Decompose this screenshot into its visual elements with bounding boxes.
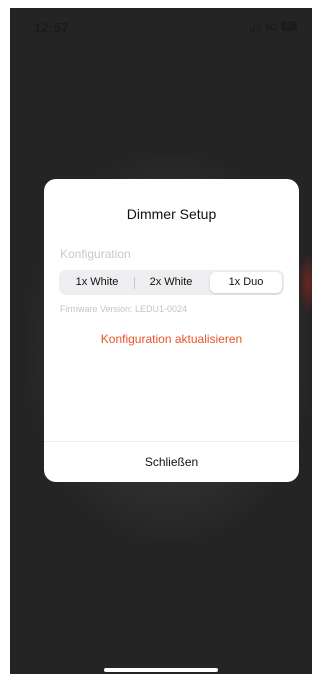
option-1x-duo-selected[interactable]: 1x Duo bbox=[210, 272, 282, 293]
network-type: 5G bbox=[265, 22, 278, 32]
battery-icon: 93 bbox=[281, 21, 297, 31]
status-time: 12:57 bbox=[34, 20, 69, 35]
background-accent-glow bbox=[298, 253, 312, 313]
firmware-version: Firmware Version: LEDU1-0024 bbox=[60, 304, 188, 314]
option-1x-white[interactable]: 1x White bbox=[61, 272, 133, 293]
update-configuration-button[interactable]: Konfiguration aktualisieren bbox=[44, 332, 299, 346]
configuration-segmented-control: 1x White 2x White 1x Duo bbox=[59, 270, 284, 295]
dialog-title: Dimmer Setup bbox=[126, 206, 217, 222]
option-2x-white[interactable]: 2x White bbox=[135, 272, 207, 293]
cellular-signal-icon bbox=[250, 23, 262, 32]
close-button[interactable]: Schließen bbox=[44, 442, 299, 482]
konfiguration-label: Konfiguration bbox=[60, 247, 131, 261]
home-indicator[interactable] bbox=[104, 668, 218, 672]
dimmer-setup-dialog: Dimmer Setup Konfiguration 1x White 2x W… bbox=[44, 179, 299, 482]
phone-screen: 12:57 5G 93 Dimmer Setup Konfiguration 1… bbox=[10, 8, 312, 674]
status-bar: 12:57 5G 93 bbox=[10, 8, 312, 48]
